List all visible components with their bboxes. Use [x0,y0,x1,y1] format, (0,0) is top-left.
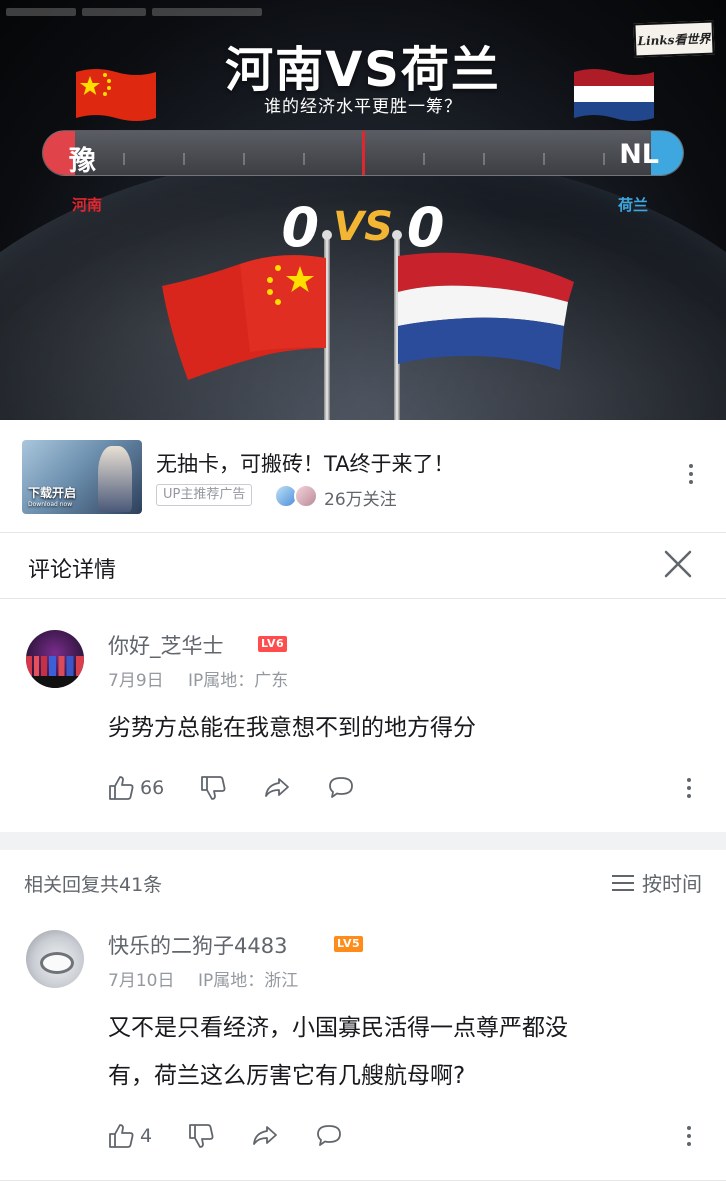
left-score: 0 [281,195,320,259]
more-icon[interactable] [686,778,692,798]
level-badge: LV5 [334,936,364,952]
reply-username[interactable]: 快乐的二狗子4483 [108,930,287,960]
netherlands-flag-small [574,69,654,121]
sponsored-ad-card[interactable]: 下载开启 Download now 无抽卡，可搬砖！TA终于来了！ UP主推荐广告… [0,420,726,532]
sort-button[interactable]: 按时间 [610,868,702,897]
scoreboard: 0 VS 0 [0,192,726,259]
bar-left-label: 豫 [69,146,96,176]
bar-tick [243,153,245,165]
bar-tick [183,153,185,165]
video-player[interactable]: Links看世界 河南VS荷兰 谁的经济水平更胜一筹？ 豫 NL 河南 荷兰 0… [0,0,726,420]
top-status-strip [6,8,276,18]
ad-download-text: 下载开启 [28,486,77,500]
thumb-down-icon [201,776,226,800]
netherlands-flag-large [398,252,574,370]
ad-download-subtext: Download now [28,501,73,508]
bar-right-label: NL [619,139,659,170]
thumb-up-icon [109,1124,134,1148]
thumb-up-icon [109,776,134,800]
comment-date: 7月9日 [108,671,164,691]
share-icon [253,1126,277,1145]
reply-ip-location: IP属地：浙江 [198,971,299,991]
reply-text-line-1: 又不是只看经济，小国寡民活得一点尊严都没 [108,1015,568,1041]
divider [0,598,726,599]
bar-tick [123,153,125,165]
share-button[interactable] [250,1121,280,1151]
reply-text-line-2: 有，荷兰这么厉害它有几艘航母啊? [108,1063,466,1089]
comment-text: 劣势方总能在我意想不到的地方得分 [108,715,476,741]
avatar[interactable] [26,630,84,688]
sort-icon [612,874,634,891]
vs-label: VS [333,204,393,251]
thumb-down-icon [189,1124,214,1148]
share-button[interactable] [262,773,292,803]
ad-character-image [98,446,132,512]
bar-center-line [362,131,365,175]
sort-label: 按时间 [642,872,702,896]
share-icon [265,778,290,797]
section-gap [0,832,726,850]
comment-detail-title: 评论详情 [28,558,117,583]
divider [0,1180,726,1181]
bar-tick [543,153,545,165]
bar-tick [423,153,425,165]
earth-background [0,150,726,420]
replies-count: 相关回复共41条 [24,874,163,896]
comment-username[interactable]: 你好_芝华士 [108,630,224,660]
reply-button[interactable] [314,1121,344,1151]
like-count: 4 [140,1125,153,1147]
dislike-button[interactable] [186,1121,216,1151]
like-button[interactable]: 4 [106,1121,152,1151]
comment-actions: 66 [106,772,390,804]
bar-tick [603,153,605,165]
bar-tick [483,153,485,165]
more-icon[interactable] [686,1126,692,1146]
comment-icon [329,777,354,798]
more-icon[interactable] [688,464,694,484]
ad-thumbnail[interactable]: 下载开启 Download now [22,440,142,514]
reply-button[interactable] [326,773,356,803]
close-icon[interactable] [660,546,696,582]
level-badge: LV6 [258,636,288,652]
comment-ip-location: IP属地：广东 [188,671,289,691]
ad-follower-avatars [274,484,320,508]
ad-badge: UP主推荐广告 [156,484,253,506]
ad-download-label: 下载开启 Download now [28,484,76,508]
score-bar: 豫 NL [42,130,684,176]
right-score: 0 [406,195,445,259]
comment-detail-header: 评论详情 [0,532,726,598]
ad-title[interactable]: 无抽卡，可搬砖！TA终于来了！ [156,448,455,478]
dislike-button[interactable] [198,773,228,803]
replies-header: 相关回复共41条 按时间 [0,850,726,914]
china-flag-large [162,255,326,380]
like-button[interactable]: 66 [106,773,164,803]
reply-actions: 4 [106,1120,378,1152]
comment-icon [317,1125,341,1146]
like-count: 66 [140,777,165,799]
bar-tick [303,153,305,165]
avatar[interactable] [26,930,84,988]
reply-date: 7月10日 [108,971,175,991]
china-flag-small [76,69,156,121]
ad-followers-count: 26万关注 [324,490,397,510]
